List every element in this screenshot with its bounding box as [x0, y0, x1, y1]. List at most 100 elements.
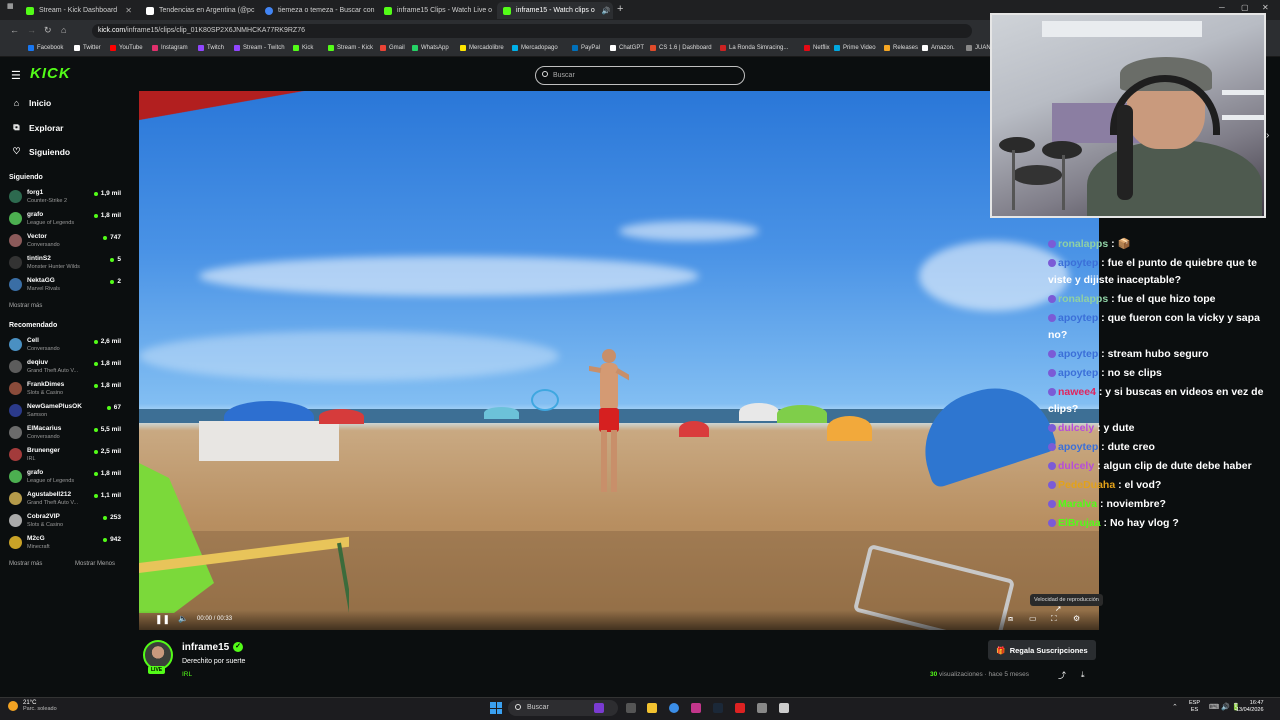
- sidebar-channel-item[interactable]: Agustabell212 Grand Theft Auto V... 1,1 mi…: [9, 490, 121, 510]
- reload-icon[interactable]: ↻: [44, 25, 52, 36]
- sidebar-channel-item[interactable]: ElMacarius Conversando 5,5 mil: [9, 424, 121, 444]
- bookmark-item[interactable]: Twitch: [198, 45, 224, 51]
- new-tab-icon[interactable]: +: [617, 3, 623, 15]
- show-more-following[interactable]: Mostrar más: [9, 303, 42, 309]
- close-window-icon[interactable]: ✕: [1262, 3, 1269, 12]
- chat-username[interactable]: nawee4: [1058, 386, 1096, 398]
- browser-tab-5-active[interactable]: inframe15 - Watch clips o 🔊 ✕: [497, 2, 613, 19]
- clip-icon[interactable]: ⧈: [1008, 614, 1013, 624]
- bookmark-item[interactable]: Instagram: [152, 45, 188, 51]
- sidebar-channel-item[interactable]: Cell Conversando 2,6 mil: [9, 336, 121, 356]
- show-more-recommended[interactable]: Mostrar más: [9, 561, 42, 567]
- speaker-icon[interactable]: 🔊: [602, 7, 611, 15]
- bookmark-item[interactable]: ChatGPT: [610, 45, 644, 51]
- clock[interactable]: 16:47 13/04/2026: [1236, 700, 1264, 714]
- theater-mode-icon[interactable]: ▭: [1029, 614, 1037, 623]
- chevron-right-icon[interactable]: ›: [1266, 130, 1269, 141]
- playback-speed-icon[interactable]: ⚙: [1073, 614, 1080, 623]
- browser-tab-2[interactable]: Tendencias en Argentina (@pc ✕: [140, 2, 258, 19]
- task-view-icon[interactable]: [626, 703, 636, 713]
- volume-icon[interactable]: 🔈: [178, 614, 188, 623]
- bookmark-item[interactable]: PayPal: [572, 45, 600, 51]
- nav-explore[interactable]: ⧉ Explorar: [12, 122, 63, 133]
- apps-grid-icon[interactable]: ▦: [7, 2, 14, 10]
- bookmark-item[interactable]: Stream - Kick: [328, 45, 373, 51]
- gift-subscriptions-button[interactable]: 🎁 Regala Suscripciones: [988, 640, 1096, 660]
- bookmark-item[interactable]: Netflix: [804, 45, 830, 51]
- video-player[interactable]: [139, 91, 1099, 630]
- chat-username[interactable]: PedeDuaha: [1058, 479, 1115, 491]
- sidebar-channel-item[interactable]: tintinS2 Monster Hunter Wilds 5: [9, 254, 121, 274]
- sidebar-channel-item[interactable]: grafo League of Legends 1,8 mil: [9, 210, 121, 230]
- category-link[interactable]: IRL: [182, 671, 192, 678]
- browser-tab-3[interactable]: tiemeza o temeza - Buscar con ✕: [259, 2, 377, 19]
- sidebar-channel-item[interactable]: grafo League of Legends 1,8 mil: [9, 468, 121, 488]
- bookmark-item[interactable]: Amazon.: [922, 45, 955, 51]
- browser-tab-4[interactable]: inframe15 Clips - Watch Live o ✕: [378, 2, 496, 19]
- nav-home[interactable]: ⌂ Inicio: [12, 98, 51, 108]
- chat-username[interactable]: ronalapps: [1058, 293, 1108, 305]
- sidebar-channel-item[interactable]: NektaGG Marvel Rivals 2: [9, 276, 121, 296]
- chrome-icon[interactable]: [669, 703, 679, 713]
- chat-username[interactable]: apoytep: [1058, 441, 1098, 453]
- share-icon[interactable]: ⤴: [1058, 670, 1066, 681]
- chat-username[interactable]: dulcely: [1058, 460, 1094, 472]
- bookmark-item[interactable]: Twitter: [74, 45, 101, 51]
- bookmark-item[interactable]: YouTube: [110, 45, 143, 51]
- bookmark-item[interactable]: JUAN: [966, 45, 991, 51]
- chat-username[interactable]: apoytep: [1058, 257, 1098, 269]
- bookmark-item[interactable]: WhatsApp: [412, 45, 449, 51]
- fullscreen-icon[interactable]: ⛶: [1051, 614, 1057, 624]
- chat-username[interactable]: apoytep: [1058, 367, 1098, 379]
- app-icon[interactable]: [735, 703, 745, 713]
- bookmark-item[interactable]: Prime Video: [834, 45, 876, 51]
- menu-icon[interactable]: ☰: [11, 69, 21, 82]
- sidebar-channel-item[interactable]: Brunenger IRL 2,5 mil: [9, 446, 121, 466]
- kick-logo[interactable]: KICK: [30, 65, 71, 82]
- sidebar-channel-item[interactable]: M2cG Minecraft 942: [9, 534, 121, 554]
- language-indicator[interactable]: ESP ES: [1189, 700, 1200, 714]
- pause-icon[interactable]: ❚❚: [155, 614, 170, 625]
- taskbar-app-icon[interactable]: [594, 703, 604, 713]
- sidebar-channel-item[interactable]: Vector Conversando 747: [9, 232, 121, 252]
- download-icon[interactable]: ⤓: [1081, 670, 1085, 680]
- chat-username[interactable]: ronalapps: [1058, 238, 1108, 250]
- bookmark-item[interactable]: Facebook: [28, 45, 63, 51]
- obs-icon[interactable]: [691, 703, 701, 713]
- bookmark-item[interactable]: La Ronda Simracing...: [720, 45, 788, 51]
- chat-username[interactable]: dulcely: [1058, 422, 1094, 434]
- windows-start-icon[interactable]: [490, 702, 502, 714]
- back-icon[interactable]: ←: [10, 25, 19, 35]
- channel-name[interactable]: inframe15: [182, 642, 229, 653]
- app-icon[interactable]: [779, 703, 789, 713]
- search-input[interactable]: Buscar: [535, 66, 745, 85]
- bookmark-item[interactable]: Gmail: [380, 45, 405, 51]
- close-tab-icon[interactable]: ✕: [125, 6, 132, 15]
- tray-chevron-icon[interactable]: ⌃: [1172, 703, 1178, 711]
- nav-following[interactable]: ♡ Siguiendo: [12, 146, 70, 157]
- steam-icon[interactable]: [713, 703, 723, 713]
- minimize-icon[interactable]: ─: [1219, 3, 1225, 12]
- forward-icon[interactable]: →: [27, 25, 36, 35]
- chat-username[interactable]: apoytep: [1058, 348, 1098, 360]
- sidebar-channel-item[interactable]: NewGamePlusOK Samson 67: [9, 402, 121, 422]
- browser-tab-1[interactable]: Stream - Kick Dashboard ✕: [20, 2, 138, 19]
- chat-username[interactable]: ElBrujaa: [1058, 517, 1101, 529]
- bookmark-item[interactable]: Mercadopago: [512, 45, 558, 51]
- bookmark-item[interactable]: CS 1.6 | Dashboard: [650, 45, 712, 51]
- app-icon[interactable]: [757, 703, 767, 713]
- weather-widget[interactable]: 21°C Parc. soleado: [8, 700, 57, 712]
- sidebar-channel-item[interactable]: deqiuv Grand Theft Auto V... 1,8 mil: [9, 358, 121, 378]
- chat-username[interactable]: Maralva: [1058, 498, 1097, 510]
- sidebar-channel-item[interactable]: forg1 Counter-Strike 2 1,9 mil: [9, 188, 121, 208]
- bookmark-item[interactable]: Stream - Twitch: [234, 45, 285, 51]
- sidebar-channel-item[interactable]: Cobra2VIP Slots & Casino 253: [9, 512, 121, 532]
- bookmark-item[interactable]: Releases: [884, 45, 918, 51]
- file-explorer-icon[interactable]: [647, 703, 657, 713]
- show-less-recommended[interactable]: Mostrar Menos: [75, 561, 115, 567]
- home-button-icon[interactable]: ⌂: [61, 25, 66, 35]
- url-field[interactable]: kick.com/inframe15/clips/clip_01K80SP2X6…: [92, 24, 972, 38]
- chat-username[interactable]: apoytep: [1058, 312, 1098, 324]
- sidebar-channel-item[interactable]: FrankDimes Slots & Casino 1,8 mil: [9, 380, 121, 400]
- bookmark-item[interactable]: Mercadolibre: [460, 45, 504, 51]
